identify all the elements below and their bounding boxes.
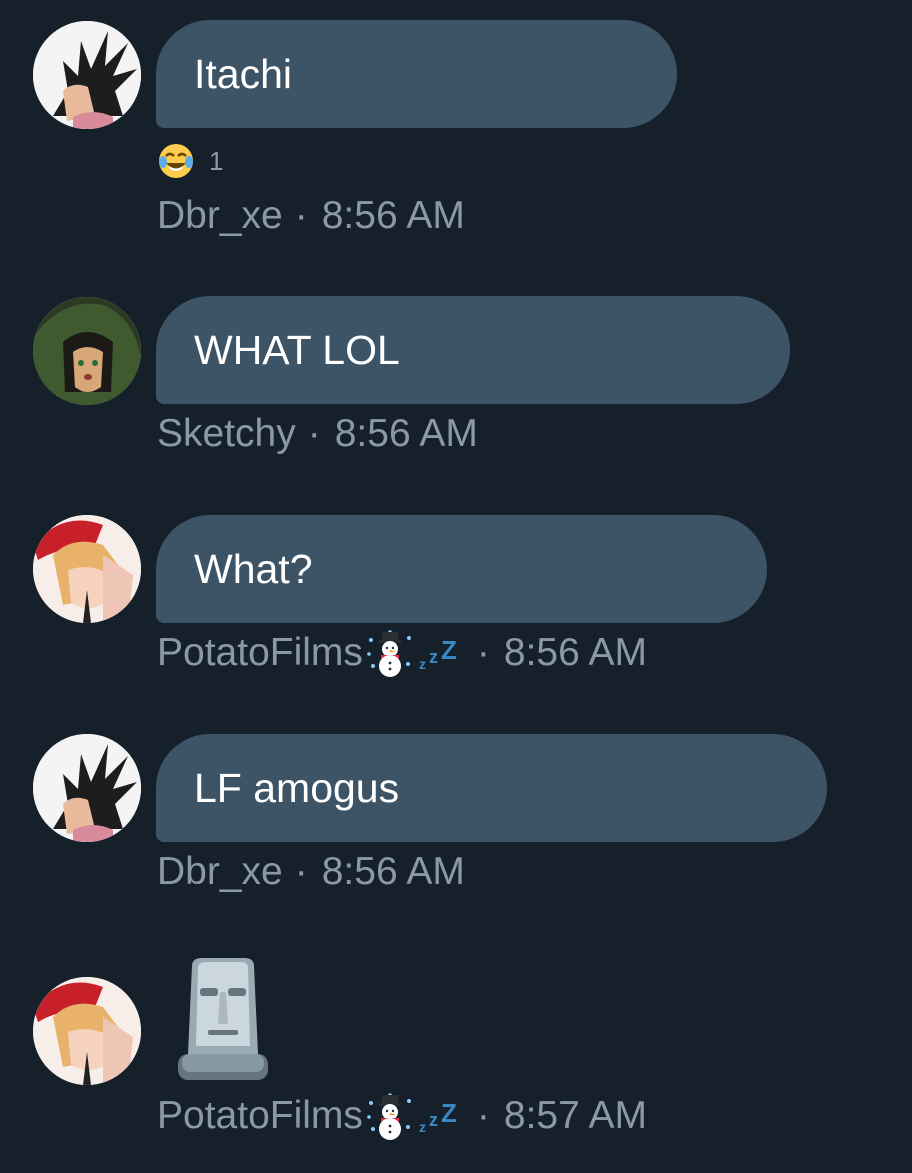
avatar-sketchy[interactable] bbox=[33, 297, 141, 405]
svg-text:Z: Z bbox=[441, 635, 457, 665]
meta-separator: · bbox=[294, 850, 308, 893]
message-bubble[interactable]: WHAT LOL bbox=[156, 296, 790, 404]
avatar-anime-spiky-hair-image bbox=[33, 21, 141, 129]
svg-text:z: z bbox=[429, 1110, 438, 1130]
message-text: Itachi bbox=[194, 50, 292, 97]
timestamp: 8:56 AM bbox=[321, 850, 465, 893]
timestamp: 8:56 AM bbox=[503, 631, 647, 674]
message-meta: PotatoFilms z bbox=[157, 1091, 647, 1141]
face-with-tears-of-joy-icon bbox=[157, 142, 195, 180]
message-text: WHAT LOL bbox=[194, 326, 400, 373]
moai-icon[interactable] bbox=[178, 958, 268, 1080]
message-text: LF amogus bbox=[194, 764, 400, 811]
avatar-anime-spiky-hair-image bbox=[33, 734, 141, 842]
author-name[interactable]: PotatoFilms bbox=[157, 631, 363, 675]
timestamp: 8:56 AM bbox=[321, 194, 465, 237]
svg-text:Z: Z bbox=[441, 1098, 457, 1128]
svg-text:z: z bbox=[419, 1119, 426, 1135]
author-name[interactable]: PotatoFilms bbox=[157, 1094, 363, 1138]
author-name[interactable]: Dbr_xe bbox=[157, 194, 283, 238]
svg-text:z: z bbox=[429, 647, 438, 667]
zzz-sleeping-icon: z z Z bbox=[417, 1096, 465, 1136]
avatar-dbr-xe[interactable] bbox=[33, 21, 141, 129]
timestamp: 8:57 AM bbox=[503, 1094, 647, 1137]
message-meta: Dbr_xe · 8:56 AM bbox=[157, 850, 465, 894]
svg-text:z: z bbox=[419, 656, 426, 672]
avatar-anime-green-hood-image bbox=[33, 297, 141, 405]
meta-separator: · bbox=[476, 1094, 490, 1137]
snowman-icon bbox=[365, 628, 415, 678]
avatar-dbr-xe[interactable] bbox=[33, 734, 141, 842]
avatar-anime-santa-hat-image bbox=[33, 977, 141, 1085]
avatar-anime-santa-hat-image bbox=[33, 515, 141, 623]
message-meta: Sketchy · 8:56 AM bbox=[157, 412, 478, 456]
meta-separator: · bbox=[307, 412, 321, 455]
message-bubble[interactable]: LF amogus bbox=[156, 734, 827, 842]
message-text: What? bbox=[194, 545, 313, 592]
zzz-sleeping-icon: z z Z bbox=[417, 633, 465, 673]
avatar-potatofilms[interactable] bbox=[33, 515, 141, 623]
reaction-count: 1 bbox=[209, 145, 224, 176]
snowman-icon bbox=[365, 1091, 415, 1141]
reaction-chip[interactable]: 1 bbox=[157, 142, 223, 180]
message-bubble[interactable]: Itachi bbox=[156, 20, 677, 128]
message-meta: PotatoFilms z bbox=[157, 628, 647, 678]
message-bubble[interactable]: What? bbox=[156, 515, 767, 623]
meta-separator: · bbox=[294, 194, 308, 237]
meta-separator: · bbox=[476, 631, 490, 674]
message-meta: Dbr_xe · 8:56 AM bbox=[157, 194, 465, 238]
author-name[interactable]: Dbr_xe bbox=[157, 850, 283, 894]
author-name[interactable]: Sketchy bbox=[157, 412, 296, 456]
timestamp: 8:56 AM bbox=[334, 412, 478, 455]
avatar-potatofilms[interactable] bbox=[33, 977, 141, 1085]
